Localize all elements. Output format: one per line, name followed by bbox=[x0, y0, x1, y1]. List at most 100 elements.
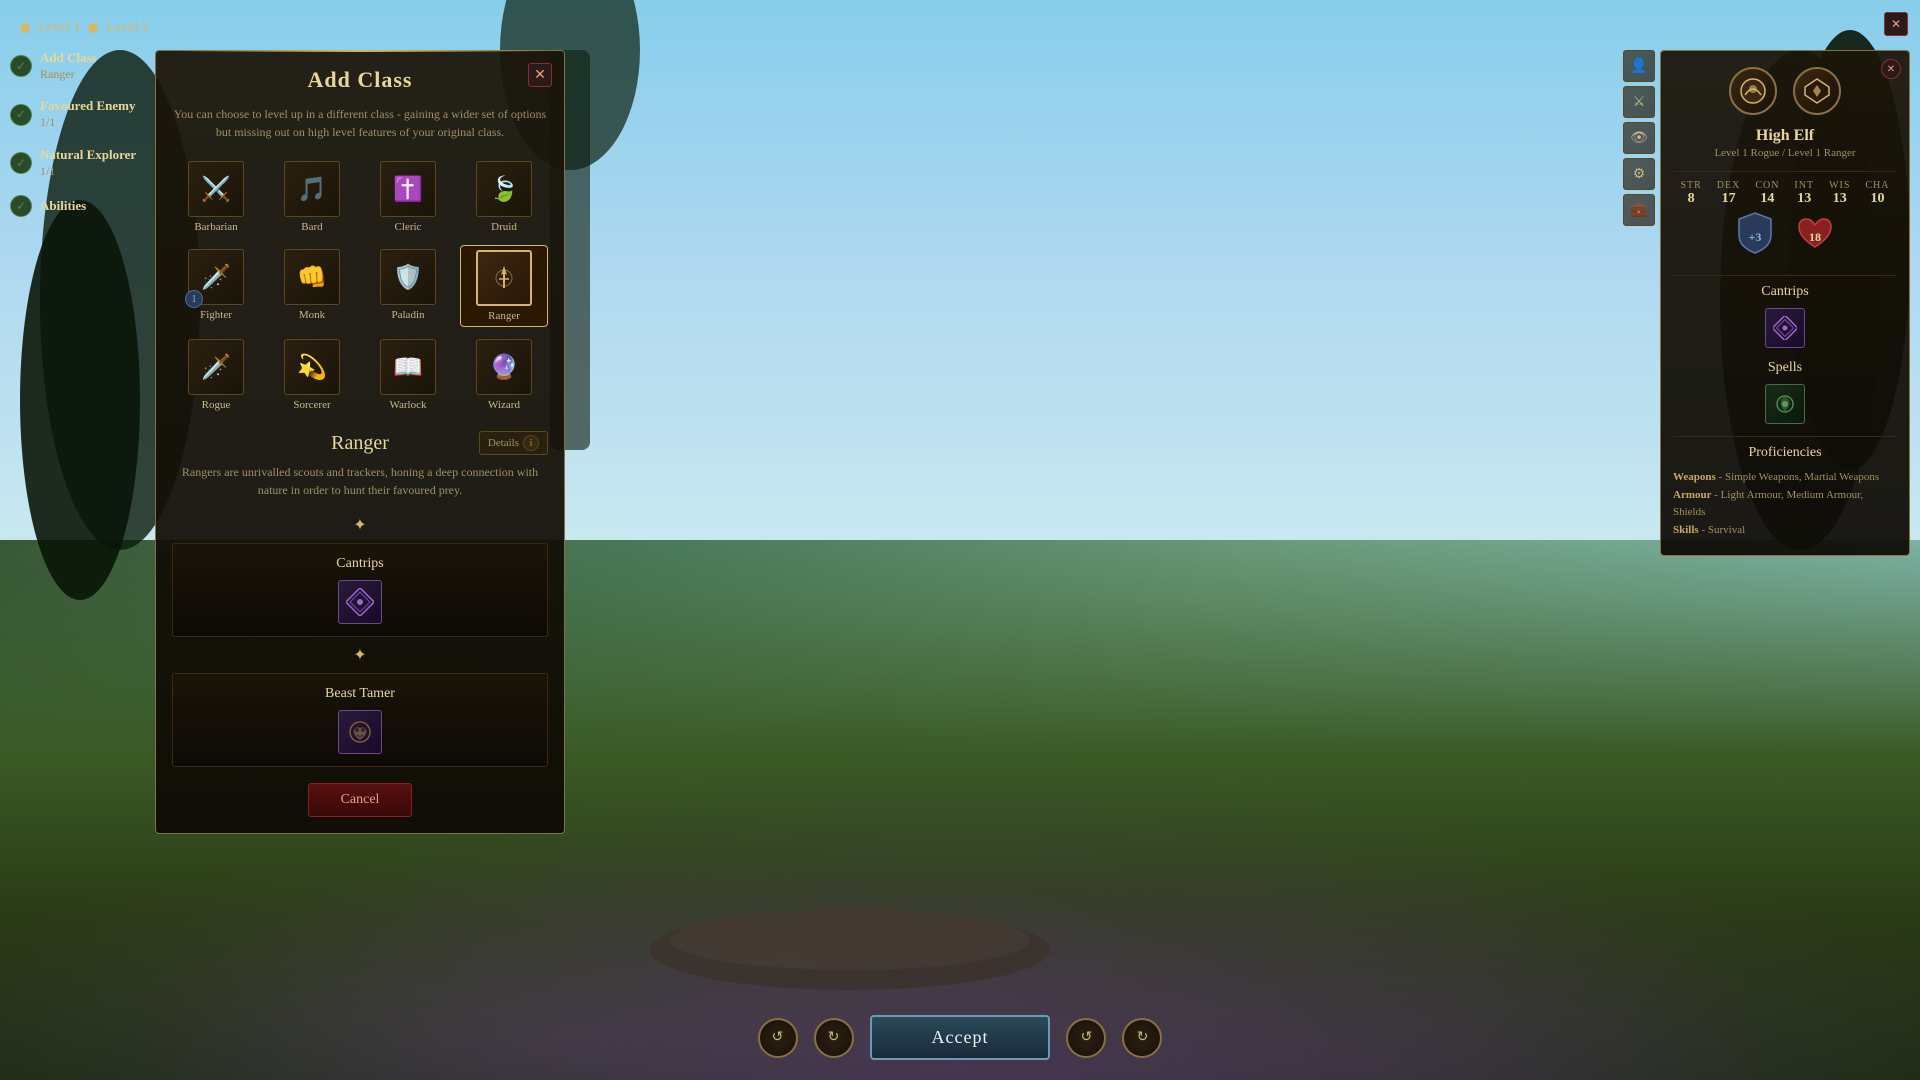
class-warlock[interactable]: 📖 Warlock bbox=[364, 335, 452, 415]
stat-con-value: 14 bbox=[1755, 191, 1779, 207]
details-button[interactable]: Details i bbox=[479, 431, 548, 455]
stat-cha-label: CHA bbox=[1865, 180, 1889, 191]
class-druid[interactable]: 🍃 Druid bbox=[460, 157, 548, 237]
class-ranger[interactable]: Ranger bbox=[460, 245, 548, 327]
level-dot-2 bbox=[88, 23, 98, 33]
stat-wis-label: WIS bbox=[1829, 180, 1850, 191]
race-icon-secondary bbox=[1793, 67, 1841, 115]
rogue-icon: 🗡️ bbox=[188, 339, 244, 395]
beast-tamer-section: Beast Tamer bbox=[172, 673, 548, 767]
class-barbarian[interactable]: ⚔️ Barbarian bbox=[172, 157, 260, 237]
cleric-label: Cleric bbox=[395, 221, 422, 233]
stat-wis-value: 13 bbox=[1829, 191, 1850, 207]
fighter-label: Fighter bbox=[200, 309, 232, 321]
nav-icon-gear[interactable]: ⚙ bbox=[1623, 158, 1655, 190]
stat-int-label: INT bbox=[1794, 180, 1814, 191]
class-paladin[interactable]: 🛡️ Paladin bbox=[364, 245, 452, 327]
class-wizard[interactable]: 🔮 Wizard bbox=[460, 335, 548, 415]
class-cleric[interactable]: ✝️ Cleric bbox=[364, 157, 452, 237]
class-rogue[interactable]: 🗡️ Rogue bbox=[172, 335, 260, 415]
selected-class-description: Rangers are unrivalled scouts and tracke… bbox=[172, 463, 548, 499]
warlock-icon: 📖 bbox=[380, 339, 436, 395]
bottom-right-btn-1[interactable]: ↺ bbox=[1066, 1018, 1106, 1058]
level-dot-1 bbox=[20, 23, 30, 33]
paladin-label: Paladin bbox=[392, 309, 425, 321]
sidebar-label-abilities: Abilities bbox=[40, 198, 86, 215]
hp-item: 18 bbox=[1793, 215, 1837, 259]
left-sidebar: ✓ Add Class Ranger ✓ Favoured Enemy 1/1 … bbox=[10, 50, 150, 233]
ranger-label: Ranger bbox=[488, 310, 520, 322]
bottom-right-btn-2[interactable]: ↻ bbox=[1122, 1018, 1162, 1058]
accept-button[interactable]: Accept bbox=[870, 1015, 1051, 1060]
fighter-level-badge: 1 bbox=[185, 290, 203, 308]
sidebar-item-natural-explorer[interactable]: ✓ Natural Explorer 1/1 bbox=[10, 147, 150, 179]
race-level: Level 1 Rogue / Level 1 Ranger bbox=[1673, 147, 1897, 159]
skills-label: Skills bbox=[1673, 524, 1699, 536]
divider-1 bbox=[1673, 171, 1897, 172]
right-panel: ✕ High Elf Level 1 Rogue / Level 1 Range… bbox=[1660, 50, 1910, 556]
wizard-label: Wizard bbox=[488, 399, 520, 411]
proficiencies-section: Weapons - Simple Weapons, Martial Weapon… bbox=[1673, 469, 1897, 539]
class-monk[interactable]: 👊 Monk bbox=[268, 245, 356, 327]
defense-row: +3 18 bbox=[1673, 215, 1897, 259]
cantrips-section: Cantrips bbox=[172, 543, 548, 637]
close-button[interactable]: ✕ bbox=[528, 63, 552, 87]
paladin-icon: 🛡️ bbox=[380, 249, 436, 305]
armor-class-item: +3 bbox=[1733, 215, 1777, 259]
global-close-area: ✕ bbox=[1884, 12, 1908, 36]
bard-icon: 🎵 bbox=[284, 161, 340, 217]
bottom-bar: ↺ ↻ Accept ↺ ↻ bbox=[0, 1015, 1920, 1060]
beast-tamer-divider: ✦ bbox=[172, 645, 548, 665]
sidebar-item-favoured-enemy[interactable]: ✓ Favoured Enemy 1/1 bbox=[10, 98, 150, 130]
details-label: Details bbox=[488, 437, 519, 449]
monk-icon: 👊 bbox=[284, 249, 340, 305]
stat-dex: DEX 17 bbox=[1717, 180, 1741, 207]
nav-icon-race[interactable]: 👤 bbox=[1623, 50, 1655, 82]
druid-label: Druid bbox=[491, 221, 517, 233]
divider-2 bbox=[1673, 275, 1897, 276]
proficiency-weapons: Weapons - Simple Weapons, Martial Weapon… bbox=[1673, 469, 1897, 487]
bottom-left-btn-1[interactable]: ↺ bbox=[758, 1018, 798, 1058]
nav-icon-eye[interactable]: 👁 bbox=[1623, 122, 1655, 154]
cantrips-title: Cantrips bbox=[185, 556, 535, 572]
check-icon-natural: ✓ bbox=[10, 152, 32, 174]
rp-cantrips-title: Cantrips bbox=[1673, 284, 1897, 300]
stat-str-label: STR bbox=[1680, 180, 1701, 191]
rp-spells-title: Spells bbox=[1673, 360, 1897, 376]
cancel-button[interactable]: Cancel bbox=[308, 783, 413, 817]
weapons-value: - Simple Weapons, Martial Weapons bbox=[1719, 471, 1880, 483]
rp-spell-icon bbox=[1765, 384, 1805, 424]
stat-wis: WIS 13 bbox=[1829, 180, 1850, 207]
class-sorcerer[interactable]: 💫 Sorcerer bbox=[268, 335, 356, 415]
barbarian-label: Barbarian bbox=[194, 221, 237, 233]
stat-dex-label: DEX bbox=[1717, 180, 1741, 191]
sidebar-item-add-class[interactable]: ✓ Add Class Ranger bbox=[10, 50, 150, 82]
right-panel-close-button[interactable]: ✕ bbox=[1881, 59, 1901, 79]
cleric-icon: ✝️ bbox=[380, 161, 436, 217]
stat-con-label: CON bbox=[1755, 180, 1779, 191]
panel-title: Add Class bbox=[172, 67, 548, 93]
barbarian-icon: ⚔️ bbox=[188, 161, 244, 217]
bard-label: Bard bbox=[301, 221, 322, 233]
top-bar: Level 1 Level 2 bbox=[20, 20, 149, 36]
selected-class-name: Ranger bbox=[297, 432, 422, 455]
class-bard[interactable]: 🎵 Bard bbox=[268, 157, 356, 237]
skills-value: - Survival bbox=[1701, 524, 1745, 536]
check-icon-abilities: ✓ bbox=[10, 195, 32, 217]
bottom-left-btn-2[interactable]: ↻ bbox=[814, 1018, 854, 1058]
monk-label: Monk bbox=[299, 309, 325, 321]
wizard-icon: 🔮 bbox=[476, 339, 532, 395]
cantrips-icon bbox=[338, 580, 382, 624]
sidebar-label-natural: Natural Explorer 1/1 bbox=[40, 147, 136, 179]
class-fighter[interactable]: 🗡️ 1 Fighter bbox=[172, 245, 260, 327]
nav-icon-class[interactable]: ⚔ bbox=[1623, 86, 1655, 118]
add-class-panel: ✕ Add Class You can choose to level up i… bbox=[155, 50, 565, 834]
stat-int-value: 13 bbox=[1794, 191, 1814, 207]
proficiency-skills: Skills - Survival bbox=[1673, 522, 1897, 540]
race-icon-primary bbox=[1729, 67, 1777, 115]
global-close-button[interactable]: ✕ bbox=[1884, 12, 1908, 36]
check-icon-add-class: ✓ bbox=[10, 55, 32, 77]
nav-icon-bag[interactable]: 💼 bbox=[1623, 194, 1655, 226]
sidebar-item-abilities[interactable]: ✓ Abilities bbox=[10, 195, 150, 217]
cantrips-divider: ✦ bbox=[172, 515, 548, 535]
